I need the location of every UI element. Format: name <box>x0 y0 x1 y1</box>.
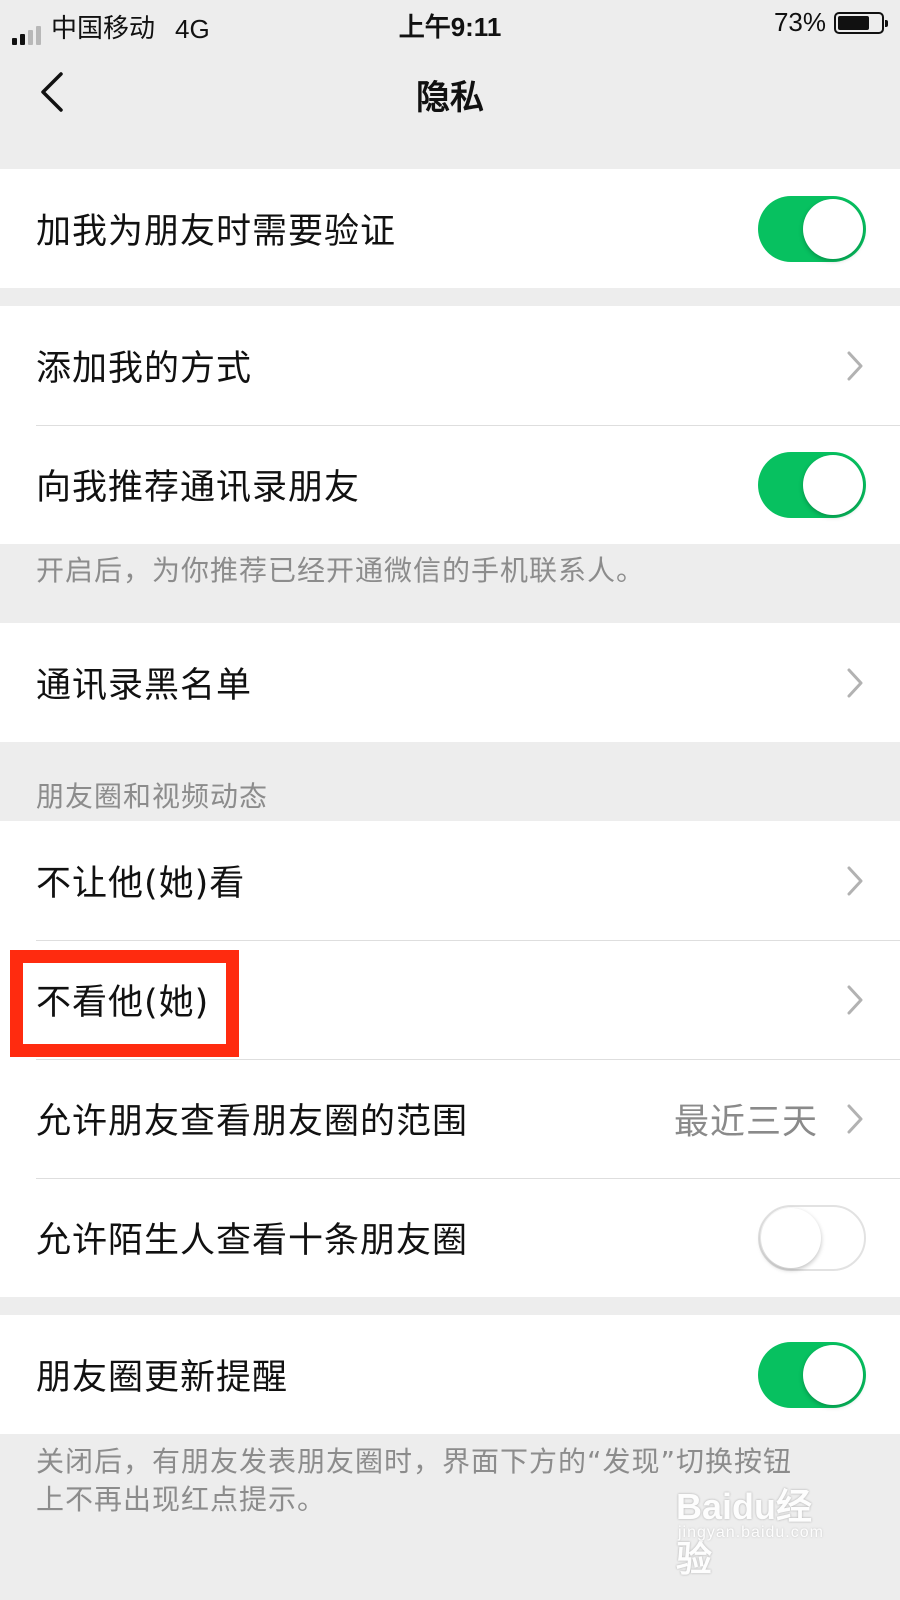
row-label: 不让他(她)看 <box>36 864 246 904</box>
row-label: 允许朋友查看朋友圈的范围 <box>36 1102 469 1142</box>
battery-icon <box>834 11 888 34</box>
row-visible-range[interactable]: 允许朋友查看朋友圈的范围 最近三天 <box>0 1059 900 1178</box>
row-contacts-blacklist[interactable]: 通讯录黑名单 <box>0 623 900 742</box>
watermark-sub: jingyan.baidu.com <box>678 1524 824 1541</box>
row-label: 朋友圈更新提醒 <box>36 1358 289 1398</box>
row-hide-my-posts[interactable]: 不让他(她)看 <box>0 821 900 940</box>
toggle-knob <box>803 1344 863 1405</box>
recommend-contacts-toggle[interactable] <box>758 451 866 518</box>
row-label: 加我为朋友时需要验证 <box>36 212 397 252</box>
moments-update-reminder-toggle[interactable] <box>758 1341 866 1408</box>
row-label: 向我推荐通讯录朋友 <box>36 468 361 508</box>
moments-section-header: 朋友圈和视频动态 <box>36 780 269 813</box>
row-moments-update-reminder: 朋友圈更新提醒 <box>0 1315 900 1434</box>
chevron-right-icon <box>847 668 863 697</box>
row-label: 允许陌生人查看十条朋友圈 <box>36 1221 469 1261</box>
group-blacklist: 通讯录黑名单 <box>0 623 900 742</box>
group-update-reminder: 朋友圈更新提醒 <box>0 1315 900 1434</box>
battery-percent: 73% <box>773 7 826 37</box>
baidu-watermark: Baidu经验 jingyan.baidu.com <box>676 1478 846 1579</box>
status-right: 73% <box>773 7 888 38</box>
recommend-contacts-hint: 开启后，为你推荐已经开通微信的手机联系人。 <box>36 554 646 587</box>
toggle-knob <box>803 454 863 515</box>
friend-verify-toggle[interactable] <box>758 195 866 262</box>
status-time: 上午9:11 <box>398 12 502 42</box>
visible-range-value: 最近三天 <box>673 1102 818 1142</box>
row-hide-their-posts[interactable]: 不看他(她) <box>0 940 900 1059</box>
nav-bar: 隐私 <box>0 44 900 140</box>
toggle-knob <box>803 198 863 259</box>
hint-line: 关闭后，有朋友发表朋友圈时，界面下方的“发现”切换按钮 <box>36 1445 793 1478</box>
status-bar: 中国移动 4G 上午9:11 73% <box>0 0 900 45</box>
row-label: 添加我的方式 <box>36 349 253 389</box>
row-label: 通讯录黑名单 <box>36 666 253 706</box>
row-friend-verify: 加我为朋友时需要验证 <box>0 169 900 288</box>
toggle-knob <box>761 1207 821 1268</box>
chevron-right-icon <box>847 866 863 895</box>
row-label: 不看他(她) <box>36 983 210 1023</box>
row-stranger-ten-posts: 允许陌生人查看十条朋友圈 <box>0 1178 900 1297</box>
group-moments: 不让他(她)看 不看他(她) 允许朋友查看朋友圈的范围 最近三天 允许陌生人查看… <box>0 821 900 1297</box>
page-title: 隐私 <box>416 78 484 118</box>
row-recommend-contacts: 向我推荐通讯录朋友 <box>0 425 900 544</box>
row-add-me-ways[interactable]: 添加我的方式 <box>0 306 900 425</box>
stranger-ten-posts-toggle[interactable] <box>758 1204 866 1271</box>
group-friend-verify: 加我为朋友时需要验证 <box>0 169 900 288</box>
chevron-right-icon <box>847 985 863 1014</box>
chevron-right-icon <box>847 351 863 380</box>
chevron-right-icon <box>847 1104 863 1133</box>
battery-fill <box>838 15 869 30</box>
group-add-me: 添加我的方式 向我推荐通讯录朋友 <box>0 306 900 544</box>
